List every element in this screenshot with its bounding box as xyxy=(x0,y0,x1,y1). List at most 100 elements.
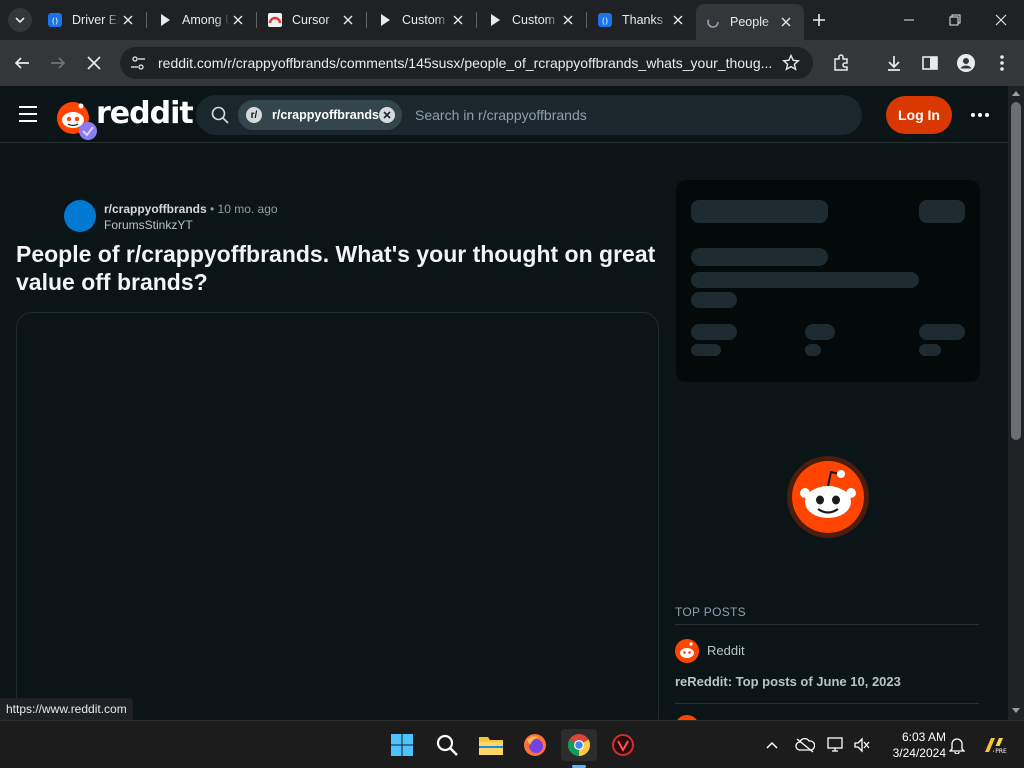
clear-chip-button[interactable] xyxy=(379,107,395,123)
more-dot xyxy=(985,113,989,117)
tab-among-us[interactable]: Among Us xyxy=(148,6,256,34)
firefox-button[interactable] xyxy=(517,729,553,761)
subreddit-search-chip[interactable]: r/ r/crappyoffbrands xyxy=(238,100,402,130)
chrome-button[interactable] xyxy=(561,729,597,761)
clock-time: 6:03 AM xyxy=(901,730,946,744)
arrow-right-icon xyxy=(51,57,66,69)
tab-driver-easy[interactable]: () Driver Easy xyxy=(38,6,146,34)
hamburger-menu-icon[interactable] xyxy=(18,105,38,123)
skeleton-line xyxy=(691,200,828,223)
post-title: People of r/crappyoffbrands. What's your… xyxy=(16,241,656,295)
close-icon[interactable] xyxy=(450,12,466,28)
notification-bell-icon[interactable] xyxy=(947,735,967,755)
more-dot xyxy=(971,113,975,117)
divider xyxy=(675,624,979,625)
chevron-down-icon xyxy=(15,17,25,24)
post-author[interactable]: ForumsStinkzYT xyxy=(104,218,193,232)
svg-text:(): () xyxy=(602,17,608,26)
side-panel-button[interactable] xyxy=(918,51,942,75)
stop-loading-button[interactable] xyxy=(82,51,106,75)
minimize-button[interactable] xyxy=(886,0,932,40)
cloud-offline-icon[interactable] xyxy=(795,735,815,755)
more-options-button[interactable] xyxy=(966,104,994,126)
close-icon xyxy=(87,56,101,70)
system-clock[interactable]: 6:03 AM 3/24/2024 xyxy=(874,729,946,761)
driver-easy-icon: () xyxy=(598,13,612,27)
bookmark-star-icon[interactable] xyxy=(782,53,800,77)
tab-title: Custom xyxy=(512,13,556,27)
tab-separator xyxy=(256,12,257,28)
file-explorer-button[interactable] xyxy=(473,729,509,761)
close-icon[interactable] xyxy=(340,12,356,28)
new-tab-button[interactable] xyxy=(808,9,830,31)
restore-button[interactable] xyxy=(932,0,978,40)
url-text[interactable]: reddit.com/r/crappyoffbrands/comments/14… xyxy=(158,55,776,71)
reddit-avatar-icon[interactable] xyxy=(675,639,699,663)
folder-icon xyxy=(479,737,503,755)
chip-label: r/crappyoffbrands xyxy=(272,108,379,122)
scrollbar-thumb[interactable] xyxy=(1011,102,1021,440)
search-bar[interactable]: r/ r/crappyoffbrands Search in r/crappyo… xyxy=(196,95,862,135)
profile-button[interactable] xyxy=(954,51,978,75)
copilot-pre-icon[interactable]: PRE xyxy=(982,735,1008,755)
tab-search-button[interactable] xyxy=(8,8,32,32)
back-button[interactable] xyxy=(10,51,34,75)
play-icon xyxy=(488,13,502,27)
top-post-link[interactable]: reReddit: Top posts of June 10, 2023 xyxy=(675,674,901,689)
reddit-wordmark[interactable]: reddit xyxy=(96,96,194,131)
side-panel-icon xyxy=(922,56,938,70)
taskbar-search-button[interactable] xyxy=(429,729,465,761)
reddit-page: reddit r/ r/crappyoffbrands Search in r/… xyxy=(0,86,1008,720)
post-media-placeholder xyxy=(16,312,659,720)
tab-people-active[interactable]: People xyxy=(696,4,804,40)
game-app-button[interactable] xyxy=(605,729,641,761)
close-icon[interactable] xyxy=(560,12,576,28)
tab-strip: () Driver Easy Among Us Cursor Custom Cu… xyxy=(0,0,1024,40)
skeleton-line xyxy=(805,324,835,340)
login-button[interactable]: Log In xyxy=(886,96,952,134)
tab-separator xyxy=(366,12,367,28)
reddit-snoo-logo-icon[interactable] xyxy=(56,99,100,141)
scroll-up-icon[interactable] xyxy=(1012,90,1020,96)
forward-button[interactable] xyxy=(46,51,70,75)
close-icon[interactable] xyxy=(120,12,136,28)
tab-custom-1[interactable]: Custom xyxy=(368,6,476,34)
close-icon[interactable] xyxy=(778,14,794,30)
chrome-icon xyxy=(568,734,590,756)
volume-muted-icon[interactable] xyxy=(852,735,872,755)
subreddit-avatar[interactable] xyxy=(64,200,96,232)
close-icon[interactable] xyxy=(230,12,246,28)
browser-menu-button[interactable] xyxy=(990,51,1014,75)
play-icon xyxy=(158,13,172,27)
subreddit-link[interactable]: r/crappyoffbrands xyxy=(104,202,207,216)
display-icon[interactable] xyxy=(826,735,846,755)
tab-thanks[interactable]: () Thanks xyxy=(588,6,696,34)
download-icon xyxy=(888,56,900,71)
skeleton-line xyxy=(919,344,941,356)
top-post-source[interactable]: Reddit xyxy=(707,643,745,658)
site-settings-icon[interactable] xyxy=(130,55,146,76)
more-vertical-icon xyxy=(1000,55,1004,71)
address-bar[interactable]: reddit.com/r/crappyoffbrands/comments/14… xyxy=(120,47,813,79)
close-icon[interactable] xyxy=(670,12,686,28)
play-icon xyxy=(378,13,392,27)
svg-text:(): () xyxy=(52,17,58,26)
tray-overflow-icon[interactable] xyxy=(762,735,782,755)
tab-cursor[interactable]: Cursor xyxy=(258,6,366,34)
subreddit-icon: r/ xyxy=(246,107,262,123)
extensions-button[interactable] xyxy=(829,51,853,75)
app-badge-icon xyxy=(612,734,634,756)
puzzle-icon xyxy=(834,54,848,71)
close-window-button[interactable] xyxy=(978,0,1024,40)
minimize-icon xyxy=(904,19,914,21)
scroll-down-icon[interactable] xyxy=(1012,708,1020,714)
page-scrollbar[interactable] xyxy=(1008,86,1024,720)
tab-custom-2[interactable]: Custom xyxy=(478,6,586,34)
driver-easy-icon: () xyxy=(48,13,62,27)
skeleton-line xyxy=(691,344,721,356)
search-placeholder[interactable]: Search in r/crappyoffbrands xyxy=(415,107,587,123)
tab-title: Custom xyxy=(402,13,446,27)
post-time: • 10 mo. ago xyxy=(210,202,278,216)
start-button[interactable] xyxy=(384,729,420,761)
downloads-button[interactable] xyxy=(882,51,906,75)
